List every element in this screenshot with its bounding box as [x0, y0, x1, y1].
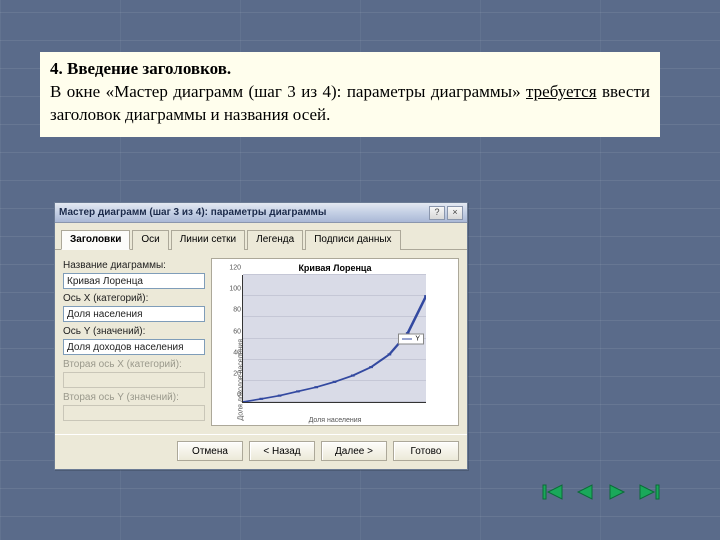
- label-axis-x2: Вторая ось X (категорий):: [63, 359, 205, 370]
- input-axis-x2: [63, 372, 205, 388]
- input-axis-y2: [63, 405, 205, 421]
- titlebar-buttons: ? ×: [429, 206, 463, 220]
- wizard-title: Мастер диаграмм (шаг 3 из 4): параметры …: [59, 207, 326, 218]
- input-axis-y[interactable]: Доля доходов населения: [63, 339, 205, 355]
- instruction-text-block: 4. Введение заголовков. В окне «Мастер д…: [40, 52, 660, 137]
- nav-first-button[interactable]: [538, 480, 568, 504]
- titles-form: Название диаграммы: Кривая Лоренца Ось X…: [63, 258, 205, 426]
- help-icon: ?: [434, 208, 439, 217]
- preview-chart-title: Кривая Лоренца: [216, 263, 454, 273]
- wizard-body: Название диаграммы: Кривая Лоренца Ось X…: [55, 250, 467, 434]
- label-axis-y2: Вторая ось Y (значений):: [63, 392, 205, 403]
- label-axis-x: Ось X (категорий):: [63, 293, 205, 304]
- wizard-button-row: Отмена < Назад Далее > Готово: [55, 434, 467, 469]
- chart-wizard-dialog: Мастер диаграмм (шаг 3 из 4): параметры …: [54, 202, 468, 470]
- nav-prev-button[interactable]: [570, 480, 600, 504]
- label-chart-title: Название диаграммы:: [63, 260, 205, 271]
- chart-preview: Кривая Лоренца Доля доходов населения 0 …: [211, 258, 459, 426]
- wizard-titlebar: Мастер диаграмм (шаг 3 из 4): параметры …: [55, 203, 467, 223]
- cancel-button[interactable]: Отмена: [177, 441, 243, 461]
- chart-legend: Y: [398, 334, 424, 345]
- legend-label: Y: [415, 336, 420, 343]
- tab-axes[interactable]: Оси: [132, 230, 168, 250]
- instruction-heading: 4. Введение заголовков.: [50, 58, 650, 81]
- close-button[interactable]: ×: [447, 206, 463, 220]
- slide-nav-buttons: [538, 480, 664, 504]
- label-axis-y: Ось Y (значений):: [63, 326, 205, 337]
- help-button[interactable]: ?: [429, 206, 445, 220]
- instruction-sentence: В окне «Мастер диаграмм (шаг 3 из 4): па…: [50, 81, 650, 127]
- back-button[interactable]: < Назад: [249, 441, 315, 461]
- finish-button[interactable]: Готово: [393, 441, 459, 461]
- wizard-tabs: Заголовки Оси Линии сетки Легенда Подпис…: [55, 223, 467, 250]
- tab-gridlines[interactable]: Линии сетки: [171, 230, 245, 250]
- nav-next-button[interactable]: [602, 480, 632, 504]
- tab-titles[interactable]: Заголовки: [61, 230, 130, 250]
- nav-last-button[interactable]: [634, 480, 664, 504]
- tab-datalabels[interactable]: Подписи данных: [305, 230, 400, 250]
- input-axis-x[interactable]: Доля населения: [63, 306, 205, 322]
- next-button[interactable]: Далее >: [321, 441, 387, 461]
- legend-swatch: [402, 339, 412, 340]
- input-chart-title[interactable]: Кривая Лоренца: [63, 273, 205, 289]
- tab-legend[interactable]: Легенда: [247, 230, 303, 250]
- preview-xlabel: Доля населения: [216, 417, 454, 424]
- plot-area-wrapper: Доля доходов населения 0 20 40 60 80 100…: [242, 275, 426, 403]
- close-icon: ×: [452, 208, 457, 217]
